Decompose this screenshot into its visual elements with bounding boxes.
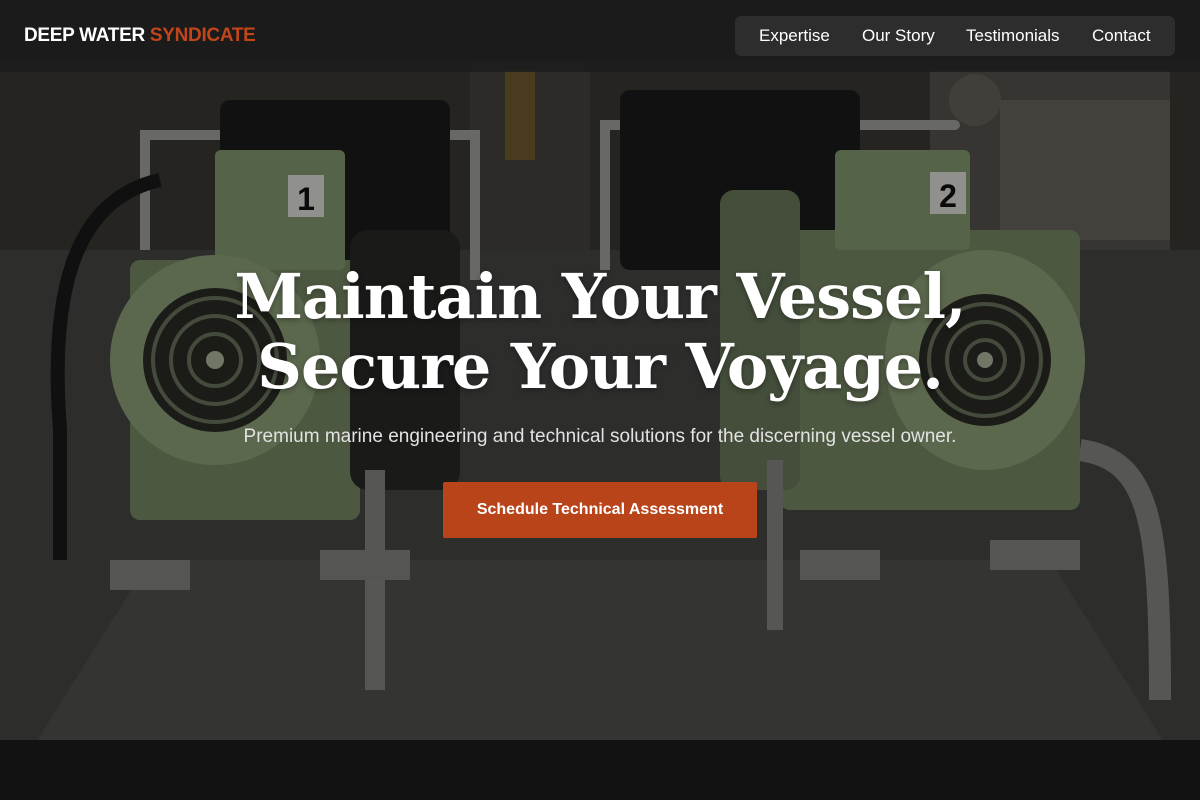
hero-headline-line1: Maintain Your Vessel, xyxy=(234,260,966,333)
nav-link-contact[interactable]: Contact xyxy=(1092,26,1151,46)
hero-headline: Maintain Your Vessel, Secure Your Voyage… xyxy=(0,262,1200,402)
nav-link-testimonials[interactable]: Testimonials xyxy=(966,26,1060,46)
schedule-assessment-button[interactable]: Schedule Technical Assessment xyxy=(443,482,757,538)
hero-subheadline: Premium marine engineering and technical… xyxy=(243,426,957,447)
hero-section: 1 2 DEEP WATER SYNDICATE Expertise Our S… xyxy=(0,0,1200,800)
top-navbar: DEEP WATER SYNDICATE Expertise Our Story… xyxy=(0,0,1200,72)
nav-link-our-story[interactable]: Our Story xyxy=(862,26,935,46)
brand-name-primary: DEEP WATER xyxy=(24,25,145,46)
brand-logo[interactable]: DEEP WATER SYNDICATE xyxy=(24,24,256,48)
hero-headline-line2: Secure Your Voyage. xyxy=(257,330,944,403)
brand-name-accent: SYNDICATE xyxy=(149,25,256,46)
nav-link-expertise[interactable]: Expertise xyxy=(759,26,830,46)
